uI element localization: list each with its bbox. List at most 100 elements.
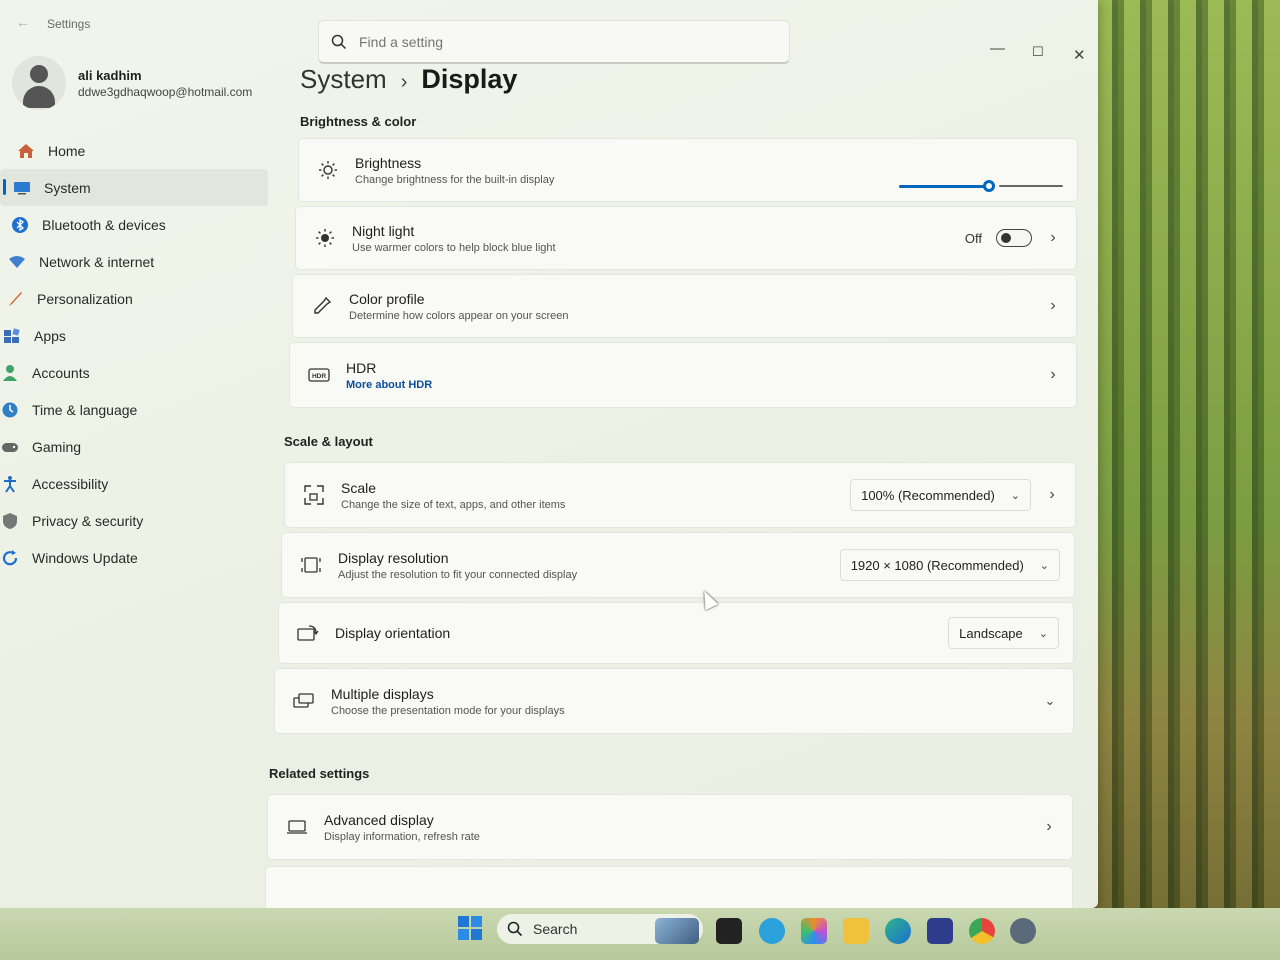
sidebar-item-privacy-security[interactable]: Privacy & security: [0, 502, 270, 539]
window-title: Settings: [47, 17, 91, 31]
sidebar-nav: Home System Bluetooth & devices Network …: [0, 132, 270, 576]
desktop-wallpaper: [1090, 0, 1280, 960]
sidebar-item-network[interactable]: Network & internet: [0, 243, 270, 280]
multiple-displays-icon: [293, 690, 315, 712]
scale-value: 100% (Recommended): [861, 487, 995, 503]
sidebar-item-label: Gaming: [32, 438, 82, 455]
search-input[interactable]: [359, 33, 739, 50]
advanced-display-title: Advanced display: [324, 811, 434, 828]
night-light-card[interactable]: Night light Use warmer colors to help bl…: [295, 206, 1077, 270]
shield-icon: [0, 512, 20, 530]
section-brightness-color: Brightness & color: [300, 114, 417, 129]
store-icon[interactable]: [927, 918, 953, 944]
chevron-down-icon[interactable]: ⌄: [1043, 693, 1057, 709]
back-arrow-icon[interactable]: ←: [16, 14, 30, 30]
search-icon: [507, 921, 523, 937]
advanced-display-card[interactable]: Advanced display Display information, re…: [267, 794, 1073, 860]
sidebar-item-windows-update[interactable]: Windows Update: [0, 539, 270, 576]
orientation-icon: [297, 622, 319, 644]
globe-clock-icon: [0, 401, 20, 419]
maximize-button[interactable]: ☐: [1032, 44, 1044, 60]
scale-card[interactable]: Scale Change the size of text, apps, and…: [284, 462, 1076, 528]
brightness-title: Brightness: [355, 154, 422, 171]
sidebar-item-time-language[interactable]: Time & language: [0, 391, 270, 428]
sidebar-item-bluetooth[interactable]: Bluetooth & devices: [0, 206, 270, 243]
sidebar-item-label: Time & language: [32, 401, 138, 418]
avatar: [12, 56, 66, 110]
chevron-down-icon: ⌄: [1010, 489, 1020, 502]
night-light-icon: [314, 227, 336, 249]
update-icon: [0, 549, 20, 567]
chrome-icon[interactable]: [969, 918, 995, 944]
sidebar-item-accounts[interactable]: Accounts: [0, 354, 270, 391]
file-explorer-icon[interactable]: [843, 918, 869, 944]
sidebar-item-label: Bluetooth & devices: [42, 216, 166, 233]
windows-start-icon[interactable]: [458, 916, 482, 940]
scale-dropdown[interactable]: 100% (Recommended) ⌄: [850, 479, 1031, 511]
sidebar-item-gaming[interactable]: Gaming: [0, 428, 270, 465]
breadcrumb-parent[interactable]: System: [300, 64, 387, 95]
night-light-subtitle: Use warmer colors to help block blue lig…: [352, 241, 556, 254]
breadcrumb-separator: ›: [400, 71, 408, 93]
accounts-icon: [0, 364, 20, 382]
brightness-slider-thumb[interactable]: [983, 180, 995, 192]
resolution-dropdown[interactable]: 1920 × 1080 (Recommended) ⌄: [839, 549, 1060, 581]
eyedropper-icon: [311, 295, 333, 317]
resolution-value: 1920 × 1080 (Recommended): [850, 557, 1024, 573]
chevron-right-icon[interactable]: ›: [1046, 297, 1060, 315]
monitor-icon: [286, 816, 308, 838]
color-profile-card[interactable]: Color profile Determine how colors appea…: [292, 274, 1077, 338]
apps-icon: [2, 327, 22, 345]
close-button[interactable]: ✕: [1073, 46, 1086, 64]
chevron-right-icon[interactable]: ›: [1042, 818, 1056, 836]
related-settings-card-partial[interactable]: [265, 866, 1073, 908]
section-scale-layout: Scale & layout: [284, 434, 373, 449]
display-orientation-card: Display orientation Landscape ⌄: [278, 602, 1074, 664]
multiple-displays-card[interactable]: Multiple displays Choose the presentatio…: [274, 668, 1074, 734]
hdr-icon: HDR: [308, 364, 330, 386]
copilot-icon[interactable]: [801, 918, 827, 944]
chevron-down-icon: ⌄: [1039, 559, 1049, 572]
chevron-right-icon[interactable]: ›: [1045, 486, 1059, 504]
chevron-right-icon[interactable]: ›: [1046, 229, 1060, 247]
settings-window: ← Settings — ☐ ✕ ali kadhim ddwe3gdhaqwo…: [0, 0, 1098, 908]
display-orientation-title: Display orientation: [335, 625, 451, 641]
brightness-subtitle: Change brightness for the built-in displ…: [355, 173, 555, 186]
minimize-button[interactable]: —: [990, 40, 1005, 57]
chevron-right-icon[interactable]: ›: [1046, 366, 1060, 384]
sidebar-item-apps[interactable]: Apps: [0, 317, 270, 354]
edge-icon[interactable]: [885, 918, 911, 944]
brush-icon: [5, 290, 25, 308]
display-resolution-subtitle: Adjust the resolution to fit your connec…: [338, 568, 578, 581]
svg-text:HDR: HDR: [312, 373, 326, 380]
sidebar-item-label: Accounts: [32, 364, 90, 381]
page-title: Display: [421, 64, 518, 94]
scale-title: Scale: [341, 479, 377, 496]
breadcrumb: System › Display: [300, 64, 517, 95]
settings-gear-icon[interactable]: [1010, 918, 1036, 944]
sidebar-item-accessibility[interactable]: Accessibility: [0, 465, 270, 502]
search-highlight-icon[interactable]: [655, 918, 699, 944]
home-icon: [16, 142, 36, 160]
night-light-toggle[interactable]: [996, 229, 1032, 247]
sidebar-item-label: Home: [48, 142, 86, 159]
settings-search-box[interactable]: [318, 20, 790, 64]
sidebar-item-personalization[interactable]: Personalization: [0, 280, 270, 317]
hdr-card[interactable]: HDR HDR More about HDR ›: [289, 342, 1077, 408]
display-resolution-title: Display resolution: [338, 549, 449, 566]
hdr-more-link[interactable]: More about HDR: [346, 379, 1046, 391]
color-profile-subtitle: Determine how colors appear on your scre…: [349, 309, 569, 322]
user-profile[interactable]: ali kadhim ddwe3gdhaqwoop@hotmail.com: [12, 56, 252, 110]
sidebar-item-label: Apps: [34, 327, 66, 344]
resolution-icon: [300, 554, 322, 576]
bluetooth-icon: [10, 216, 30, 234]
sidebar-item-label: System: [44, 179, 91, 196]
orientation-dropdown[interactable]: Landscape ⌄: [948, 617, 1059, 649]
sidebar-item-label: Network & internet: [39, 253, 155, 270]
task-view-icon[interactable]: [716, 918, 742, 944]
brightness-slider[interactable]: [899, 180, 1063, 192]
telegram-icon[interactable]: [759, 918, 785, 944]
advanced-display-subtitle: Display information, refresh rate: [324, 830, 480, 843]
sidebar-item-home[interactable]: Home: [0, 132, 270, 169]
sidebar-item-system[interactable]: System: [0, 169, 268, 206]
